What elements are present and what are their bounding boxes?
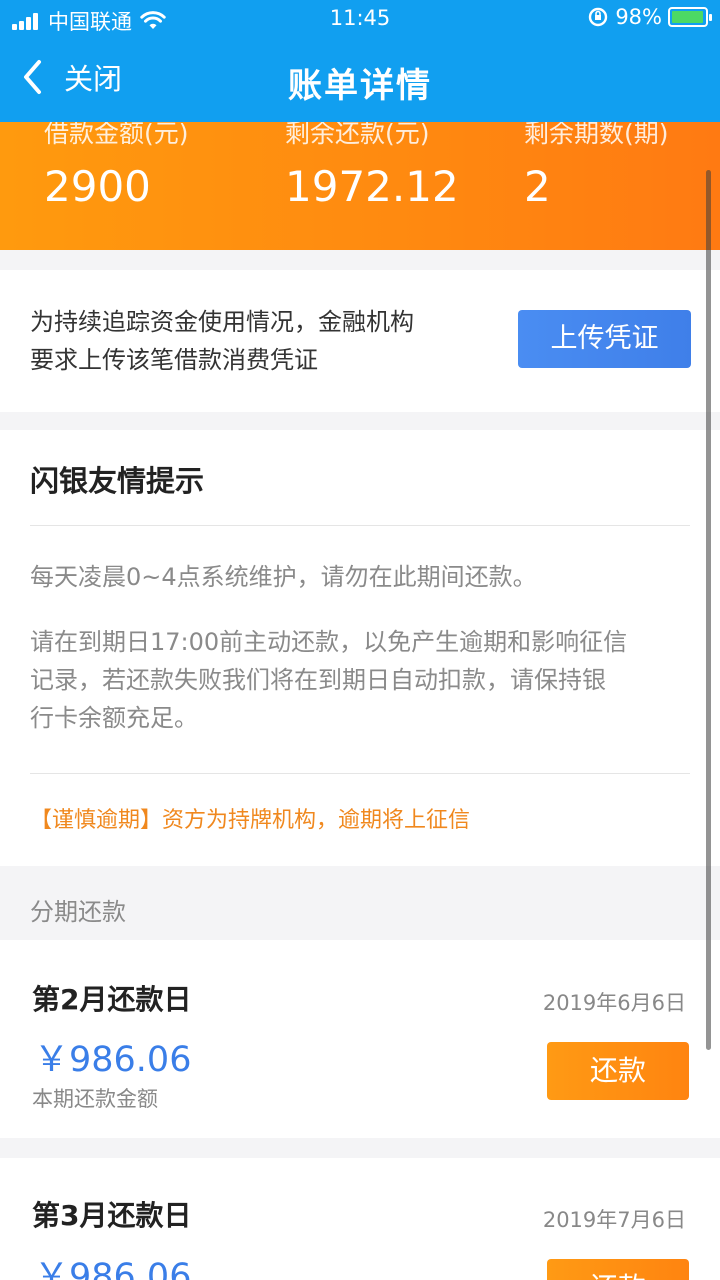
battery-icon: [668, 7, 712, 27]
battery-percent: 98%: [615, 5, 662, 29]
summary-label: 借款金额(元): [44, 122, 189, 148]
battery-fill: [672, 11, 704, 23]
summary-label: 剩余期数(期): [524, 122, 669, 148]
page-title: 账单详情: [288, 66, 432, 106]
notice-repayment-text: 请在到期日17:00前主动还款，以免产生逾期和影响征信 记录，若还款失败我们将在…: [30, 623, 692, 737]
installment-card: 第2月还款日 2019年6月6日 ￥986.06 本期还款金额 还款: [0, 940, 720, 1138]
summary-label: 剩余还款(元): [285, 122, 430, 148]
app-header: 中国联通 11:45 98% 关闭 账单详情: [0, 0, 720, 122]
upload-text-line: 为持续追踪资金使用情况，金融机构: [30, 308, 414, 336]
notice-maintenance-text: 每天凌晨0~4点系统维护，请勿在此期间还款。: [30, 563, 537, 591]
notice-title: 闪银友情提示: [30, 464, 205, 498]
summary-value: 1972.12: [285, 162, 459, 211]
notice-line: 行卡余额充足。: [30, 704, 198, 732]
upload-voucher-text: 为持续追踪资金使用情况，金融机构 要求上传该笔借款消费凭证: [30, 303, 490, 379]
summary-remaining-repayment: 剩余还款(元) 1972.12: [285, 122, 459, 211]
summary-remaining-periods: 剩余期数(期) 2: [524, 122, 669, 211]
installment-date: 2019年6月6日: [542, 991, 686, 1015]
nav-bar: 关闭 账单详情: [0, 38, 720, 122]
overdue-warning: 【谨慎逾期】资方为持牌机构，逾期将上征信: [30, 808, 471, 833]
installment-amount: ￥986.06: [34, 1040, 192, 1080]
installment-date: 2019年7月6日: [542, 1208, 686, 1232]
installment-title: 第2月还款日: [32, 983, 192, 1016]
notice-line: 记录，若还款失败我们将在到期日自动扣款，请保持银: [30, 666, 606, 694]
summary-loan-amount: 借款金额(元) 2900: [44, 122, 189, 211]
rotation-lock-icon: [589, 7, 608, 27]
friendly-notice-card: 闪银友情提示 每天凌晨0~4点系统维护，请勿在此期间还款。 请在到期日17:00…: [0, 430, 720, 866]
installment-card: 第3月还款日 2019年7月6日 ￥986.06 还款: [0, 1158, 720, 1280]
divider: [30, 525, 690, 526]
repay-button[interactable]: 还款: [547, 1259, 689, 1280]
repay-button[interactable]: 还款: [547, 1042, 689, 1100]
installment-title: 第3月还款日: [32, 1199, 192, 1232]
upload-text-line: 要求上传该笔借款消费凭证: [30, 346, 318, 374]
installment-amount-label: 本期还款金额: [32, 1087, 158, 1111]
summary-value: 2900: [44, 162, 151, 211]
installment-amount: ￥986.06: [34, 1257, 192, 1280]
summary-value: 2: [524, 162, 551, 211]
status-right: 98%: [587, 5, 712, 29]
installments-section-label: 分期还款: [30, 898, 126, 926]
scrollbar[interactable]: [706, 170, 711, 1050]
notice-line: 请在到期日17:00前主动还款，以免产生逾期和影响征信: [30, 628, 628, 656]
loan-summary: 借款金额(元) 2900 剩余还款(元) 1972.12 剩余期数(期) 2: [0, 122, 720, 250]
upload-voucher-button[interactable]: 上传凭证: [518, 310, 691, 368]
divider: [30, 773, 690, 774]
status-bar: 中国联通 11:45 98%: [0, 0, 720, 38]
